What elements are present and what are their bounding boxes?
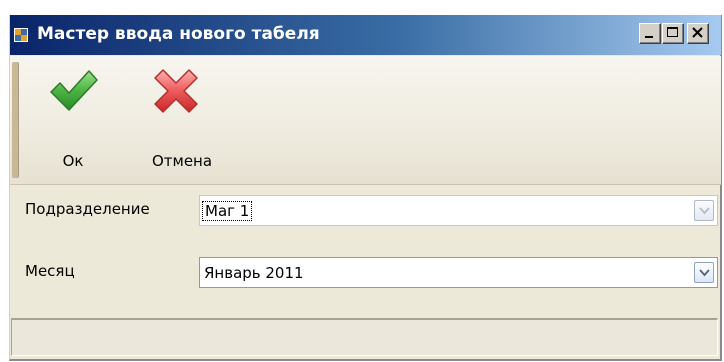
department-value: Маг 1 [201, 201, 253, 221]
department-select[interactable]: Маг 1 [199, 195, 718, 226]
toolbar: Ок Отмена [10, 56, 721, 185]
month-value: Январь 2011 [204, 264, 304, 282]
month-label: Месяц [25, 262, 75, 280]
close-icon [692, 27, 703, 38]
department-label: Подразделение [25, 200, 150, 218]
cancel-button[interactable]: Отмена [126, 56, 238, 184]
chevron-down-icon [699, 207, 710, 215]
red-cross-icon [154, 69, 198, 113]
chevron-down-icon [699, 269, 710, 277]
title-bar[interactable]: Мастер ввода нового табеля [10, 15, 721, 55]
ok-label: Ок [62, 152, 84, 170]
close-button[interactable] [687, 23, 709, 44]
month-select[interactable]: Январь 2011 [199, 257, 718, 288]
toolbar-grip[interactable] [12, 62, 19, 178]
maximize-icon [667, 27, 678, 37]
wizard-window: Мастер ввода нового табеля Ок Отмена Под… [9, 15, 722, 361]
department-dropdown-button[interactable] [694, 200, 714, 221]
maximize-button[interactable] [662, 23, 684, 44]
app-window-icon [14, 28, 28, 42]
cancel-label: Отмена [151, 152, 213, 170]
green-checkmark-icon [50, 70, 98, 111]
minimize-button[interactable] [639, 23, 661, 44]
ok-button[interactable]: Ок [38, 56, 108, 184]
status-bar [11, 318, 718, 356]
minimize-icon [645, 36, 653, 38]
window-title: Мастер ввода нового табеля [37, 24, 320, 44]
month-dropdown-button[interactable] [694, 262, 714, 283]
